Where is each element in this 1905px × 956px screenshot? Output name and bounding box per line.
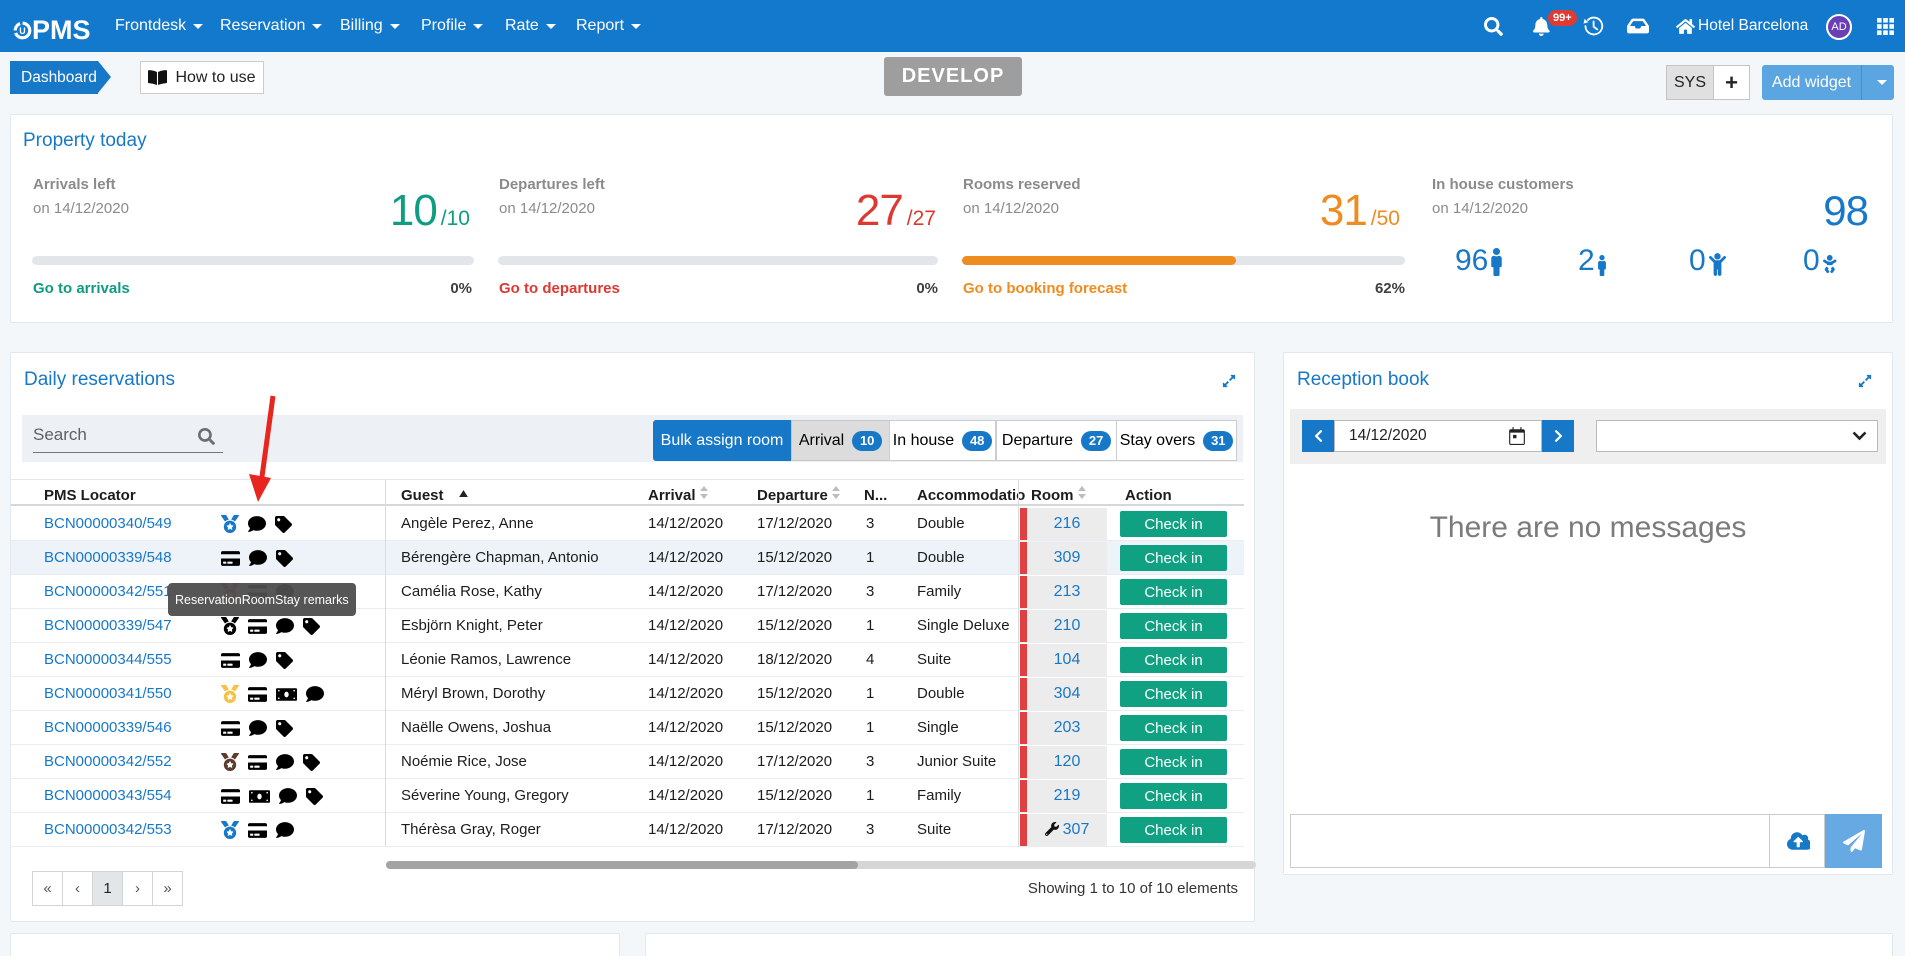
svg-text:U: U xyxy=(19,26,25,36)
